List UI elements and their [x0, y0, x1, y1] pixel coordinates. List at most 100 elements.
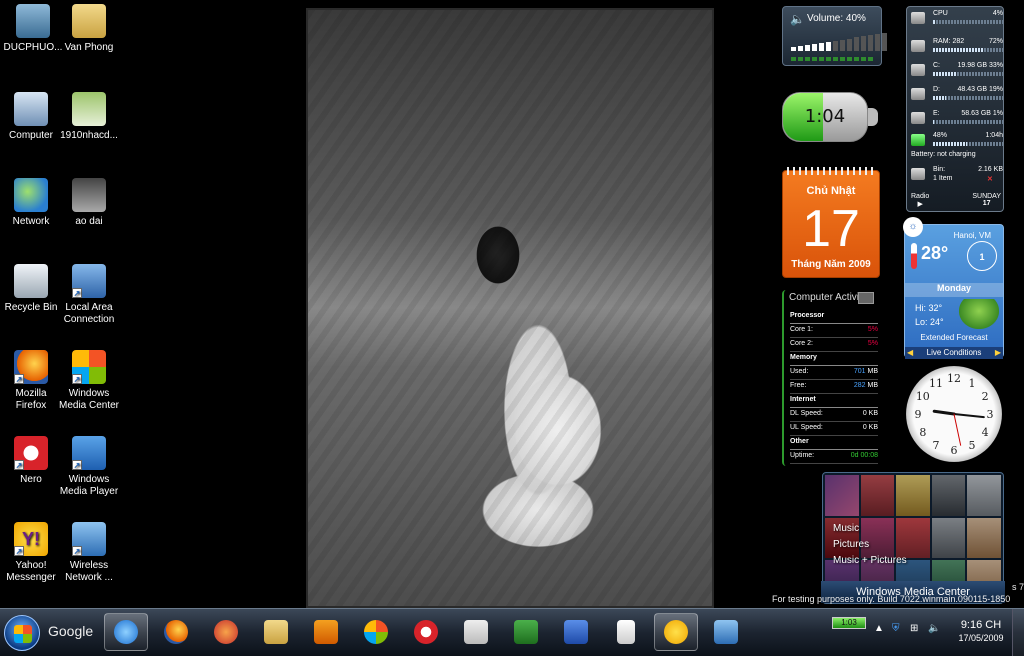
volume-gadget[interactable]: 🔈 Volume: 40%	[782, 6, 887, 66]
sysmon-bin[interactable]: Bin: 2.16 KB 1 Item ✕	[911, 165, 1003, 185]
yahoo-messenger-icon	[664, 620, 688, 644]
recycle-bin-icon	[14, 264, 48, 298]
weather-day: Monday	[905, 283, 1003, 297]
tray-time[interactable]: 9:16 CH	[956, 619, 1006, 631]
volume-bar[interactable]	[840, 39, 845, 52]
volume-bar[interactable]	[875, 34, 880, 52]
desktop-icon-photo[interactable]: 1910nhacd...	[58, 92, 120, 142]
volume-bar[interactable]	[861, 36, 866, 52]
google-toolbar[interactable]: Google	[48, 623, 93, 639]
messenger-icon	[214, 620, 238, 644]
clock-numeral: 12	[947, 372, 961, 385]
nero-icon	[414, 620, 438, 644]
weather-lo: Lo: 24°	[915, 317, 944, 327]
desktop-icon-media-center[interactable]: ↗ Windows Media Center	[58, 350, 120, 412]
radio-button[interactable]: Radio ▶	[911, 193, 929, 208]
desktop-icon-local-area[interactable]: ↗ Local Area Connection	[58, 264, 120, 326]
media-music-pictures-item[interactable]: Music + Pictures	[833, 553, 907, 569]
media-player-icon	[314, 620, 338, 644]
desktop-icon-computer[interactable]: Computer	[0, 92, 62, 142]
desktop-icon-media-player[interactable]: ↗ Windows Media Player	[58, 436, 120, 498]
taskbar-media-player[interactable]	[304, 613, 348, 651]
next-arrow-icon[interactable]: ▶	[995, 347, 1001, 359]
network-icon[interactable]: ⊞	[910, 623, 922, 635]
tray-date[interactable]: 17/05/2009	[952, 633, 1010, 643]
taskbar-yahoo[interactable]	[654, 613, 698, 651]
desktop-icon-firefox[interactable]: ↗ Mozilla Firefox	[0, 350, 62, 412]
desktop-icon-nero[interactable]: ↗ Nero	[0, 436, 62, 486]
monitor-icon[interactable]	[858, 292, 874, 304]
second-hand	[953, 413, 962, 446]
extended-forecast-link[interactable]: Extended Forecast	[905, 333, 1003, 342]
volume-bar[interactable]	[854, 37, 859, 52]
activity-section-internet: Internet	[790, 396, 878, 408]
windows-version-text: s 7	[1012, 582, 1024, 592]
volume-bar[interactable]	[791, 47, 796, 52]
clock-numeral: 2	[982, 390, 989, 403]
ram-icon	[911, 40, 925, 52]
computer-activity-gadget: Computer Activity Processor Core 1: 5% Co…	[782, 290, 878, 466]
volume-bars[interactable]	[791, 33, 887, 52]
calendar-gadget[interactable]: Chủ Nhật 17 Tháng Năm 2009	[782, 167, 880, 278]
meter-fill	[933, 96, 947, 100]
media-center-gadget[interactable]: Music Pictures Music + Pictures Windows …	[821, 472, 1005, 604]
desktop-icon-ao-dai[interactable]: ao dai	[58, 178, 120, 228]
taskbar-explorer[interactable]	[254, 613, 298, 651]
taskbar-ie[interactable]	[104, 613, 148, 651]
desktop-icon-van-phong[interactable]: Van Phong	[58, 4, 120, 54]
taskbar-solitaire[interactable]	[604, 613, 648, 651]
show-desktop-button[interactable]	[1012, 609, 1024, 656]
taskbar-messenger[interactable]	[204, 613, 248, 651]
user-folder-icon	[16, 4, 50, 38]
empty-bin-icon[interactable]: ✕	[987, 175, 993, 183]
volume-bar[interactable]	[798, 46, 803, 52]
weather-gadget[interactable]: ☼ Hanoi, VM 28° 1 Monday Hi: 32° Lo: 24°…	[903, 217, 1004, 359]
battery-icon	[911, 134, 925, 146]
clock-numeral: 4	[982, 426, 989, 439]
volume-bar[interactable]	[819, 42, 824, 52]
desktop-icon-wireless[interactable]: ↗ Wireless Network ...	[58, 522, 120, 584]
volume-bar[interactable]	[882, 33, 887, 52]
sysmon-drive-c[interactable]: C: 19.98 GB 33%	[911, 61, 1003, 81]
volume-bar[interactable]	[812, 44, 817, 52]
sysmon-drive-e[interactable]: E: 58.63 GB 1%	[911, 109, 1003, 129]
folder-icon	[264, 620, 288, 644]
taskbar-firefox[interactable]	[154, 613, 198, 651]
network-connection-icon: ↗	[72, 264, 106, 298]
clock-gadget[interactable]: 12 1 2 3 4 5 6 7 8 9 10 11	[906, 366, 1002, 462]
start-button[interactable]	[4, 615, 40, 651]
prev-arrow-icon[interactable]: ◀	[907, 347, 913, 359]
taskbar-remote-desktop[interactable]	[704, 613, 748, 651]
volume-bar[interactable]	[868, 35, 873, 52]
taskbar-media-center[interactable]	[354, 613, 398, 651]
volume-bar[interactable]	[826, 41, 831, 52]
calendar-rings	[787, 167, 877, 175]
taskbar: Google 1:03 ▲ ⛨ ⊞ 🔈 9:16 CH 17/05/2009	[0, 608, 1024, 656]
sysmon-footer: Radio ▶ SUNDAY 17	[911, 193, 1001, 208]
taskbar-word[interactable]	[554, 613, 598, 651]
bin-items: 1 Item	[933, 175, 953, 182]
taskbar-excel[interactable]	[504, 613, 548, 651]
activity-row-dl: DL Speed: 0 KB	[790, 410, 878, 422]
activity-row-ul: UL Speed: 0 KB	[790, 424, 878, 436]
volume-bar[interactable]	[805, 45, 810, 52]
sysmon-drive-d[interactable]: D: 48.43 GB 19%	[911, 85, 1003, 105]
clock-numeral: 3	[987, 408, 994, 421]
taskbar-nero[interactable]	[404, 613, 448, 651]
security-shield-icon[interactable]: ⛨	[892, 623, 904, 635]
media-pictures-item[interactable]: Pictures	[833, 537, 907, 553]
desktop-icon-recycle-bin[interactable]: Recycle Bin	[0, 264, 62, 314]
taskbar-unikey[interactable]	[454, 613, 498, 651]
desktop-icon-user[interactable]: DUCPHUO...	[2, 4, 64, 54]
tray-battery[interactable]: 1:03	[832, 617, 866, 629]
volume-bar[interactable]	[847, 38, 852, 52]
activity-section-other: Other	[790, 438, 878, 450]
volume-bar[interactable]	[833, 40, 838, 52]
desktop-icon-yahoo[interactable]: Y! ↗ Yahoo! Messenger	[0, 522, 62, 584]
minute-hand	[953, 413, 985, 419]
media-music-item[interactable]: Music	[833, 521, 907, 537]
desktop-icon-network[interactable]: Network	[0, 178, 62, 228]
speaker-icon[interactable]: 🔈	[928, 623, 940, 635]
show-hidden-icons-icon[interactable]: ▲	[874, 623, 886, 635]
live-conditions-button[interactable]: Live Conditions	[905, 347, 1003, 359]
